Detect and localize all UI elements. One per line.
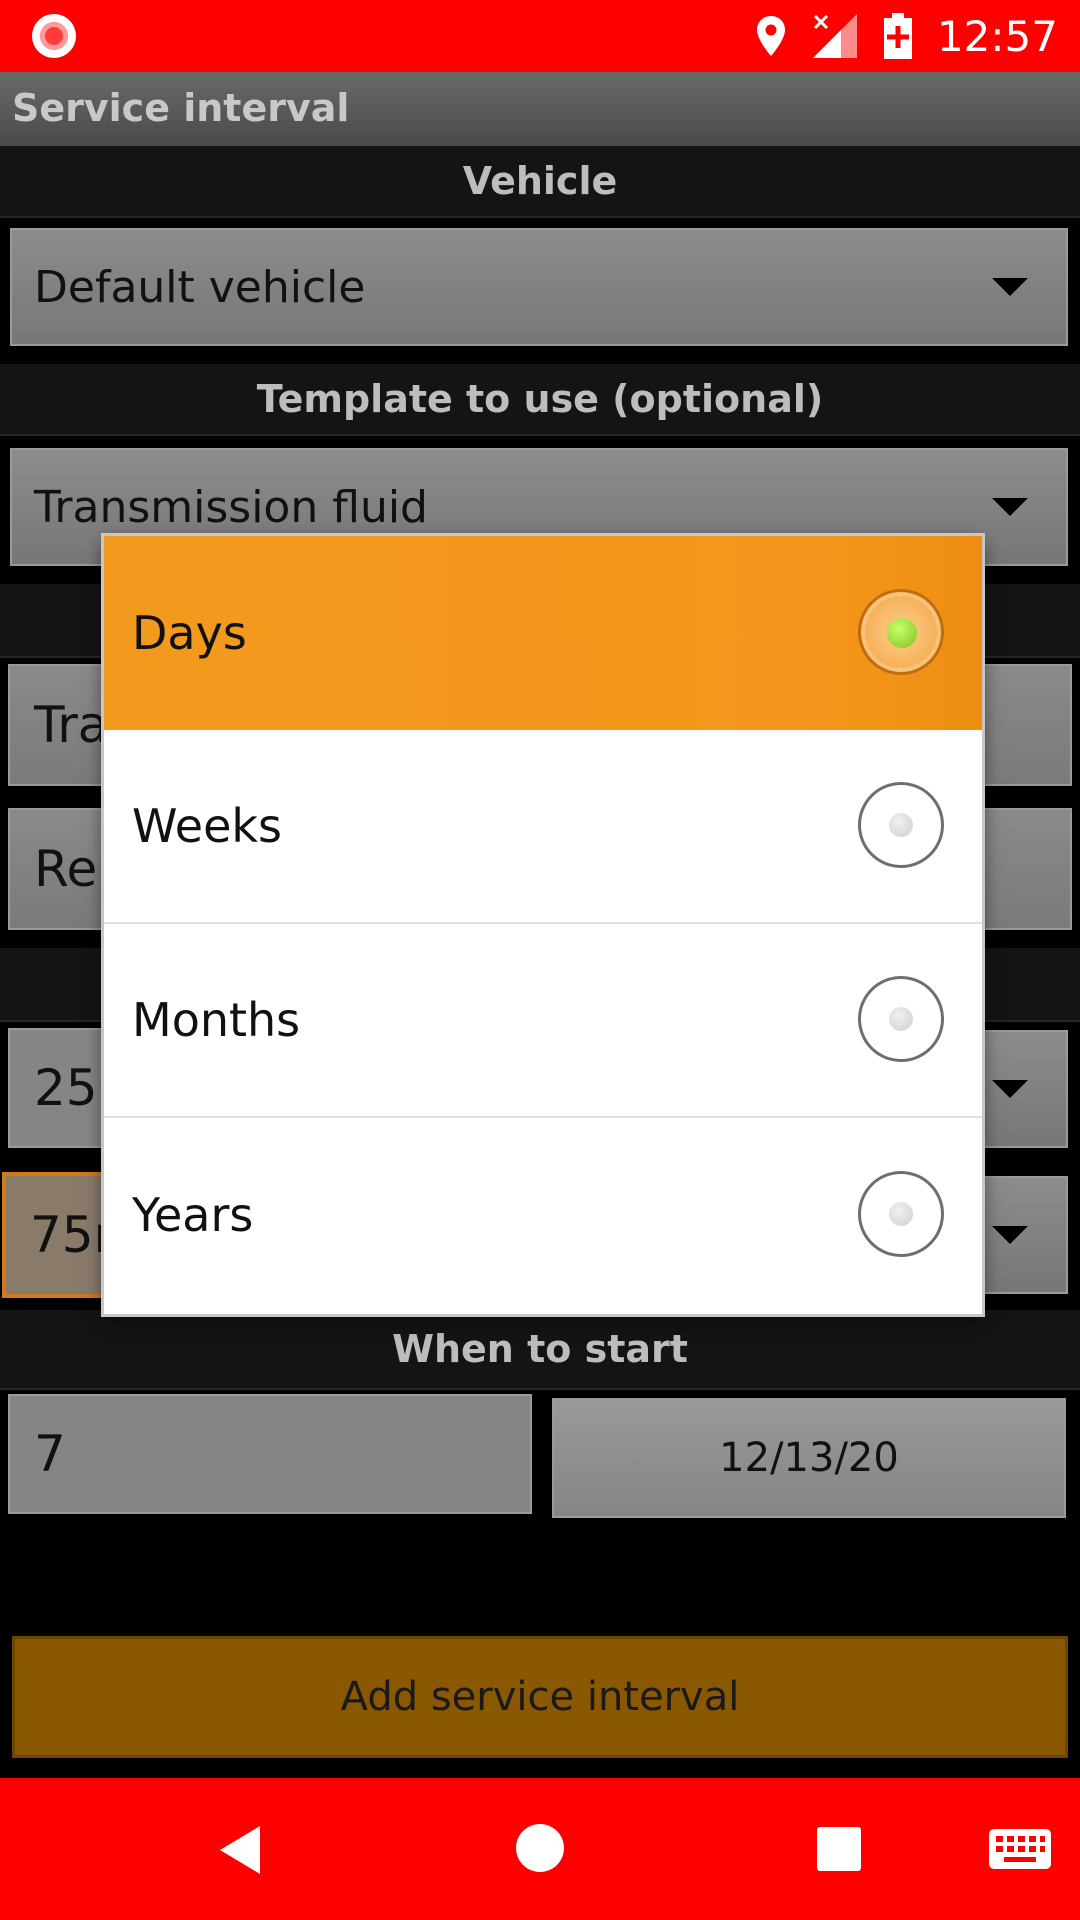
- when-to-start-header: When to start: [0, 1310, 1080, 1390]
- keyboard-icon[interactable]: [988, 1828, 1052, 1870]
- option-label: Days: [132, 606, 247, 660]
- vehicle-spinner-value: Default vehicle: [34, 261, 366, 313]
- location-icon: [756, 16, 785, 56]
- start-date-button[interactable]: 12/13/20: [552, 1398, 1066, 1518]
- back-icon[interactable]: [216, 1824, 264, 1876]
- battery-charging-icon: [883, 13, 912, 59]
- add-service-interval-label: Add service interval: [340, 1674, 740, 1720]
- vehicle-spinner[interactable]: Default vehicle: [10, 228, 1068, 346]
- recents-icon[interactable]: [816, 1826, 862, 1872]
- option-years[interactable]: Years: [104, 1118, 982, 1312]
- status-bar: 12:57: [0, 0, 1080, 72]
- chevron-down-icon: [992, 1226, 1028, 1244]
- radio-unchecked-icon[interactable]: [858, 782, 944, 868]
- template-header: Template to use (optional): [0, 364, 1080, 436]
- option-label: Years: [132, 1188, 254, 1242]
- status-time: 12:57: [936, 11, 1058, 61]
- option-label: Months: [132, 993, 301, 1047]
- page-title: Service interval: [12, 86, 350, 130]
- option-days[interactable]: Days: [104, 536, 982, 730]
- start-number-value: 7: [34, 1425, 66, 1483]
- home-icon[interactable]: [514, 1822, 566, 1874]
- action-bar: Service interval: [0, 72, 1080, 146]
- status-icons: 12:57: [755, 0, 1058, 72]
- record-icon: [32, 14, 76, 58]
- radio-unchecked-icon[interactable]: [858, 976, 944, 1062]
- option-label: Weeks: [132, 799, 282, 853]
- option-weeks[interactable]: Weeks: [104, 730, 982, 924]
- no-signal-icon: [812, 14, 857, 58]
- service-name-value: Tra: [34, 696, 109, 754]
- add-service-interval-button[interactable]: Add service interval: [12, 1636, 1068, 1758]
- chevron-down-icon: [992, 278, 1028, 296]
- navigation-bar: [0, 1778, 1080, 1920]
- time-unit-dialog: Days Weeks Months Years: [104, 536, 982, 1314]
- radio-unchecked-icon[interactable]: [858, 1171, 944, 1257]
- radio-checked-icon[interactable]: [858, 589, 944, 675]
- template-spinner-value: Transmission fluid: [34, 481, 428, 533]
- vehicle-header: Vehicle: [0, 146, 1080, 218]
- start-date-value: 12/13/20: [719, 1435, 899, 1481]
- time-value: 75r: [30, 1206, 115, 1264]
- option-months[interactable]: Months: [104, 924, 982, 1118]
- chevron-down-icon: [992, 1080, 1028, 1098]
- chevron-down-icon: [992, 498, 1028, 516]
- start-number-field[interactable]: 7: [8, 1394, 532, 1514]
